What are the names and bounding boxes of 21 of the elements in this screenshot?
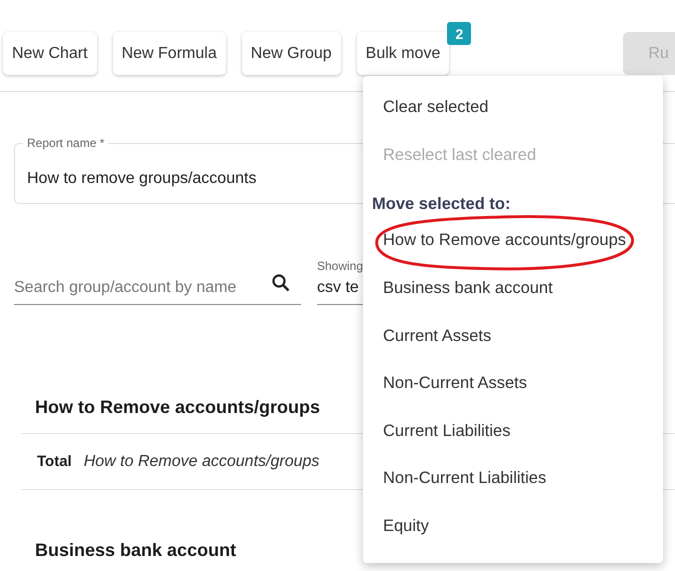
menu-item[interactable]: Non-Current Liabilities	[363, 455, 663, 503]
section-heading: How to Remove accounts/groups	[35, 397, 320, 419]
menu-item[interactable]: Current Assets	[363, 312, 663, 360]
field-label: Showing	[317, 259, 364, 273]
toolbar-button[interactable]: New Group	[242, 32, 341, 75]
total-name: How to Remove accounts/groups	[84, 452, 320, 470]
field-label: Report name *	[23, 136, 108, 150]
menu-item[interactable]: Non-Current Assets	[363, 360, 663, 408]
field-value: csv te	[317, 279, 360, 297]
menu-item[interactable]: Equity	[363, 502, 663, 550]
section-heading: Business bank account	[35, 540, 236, 562]
menu-item[interactable]: Current Liabilities	[363, 408, 663, 456]
toolbar-button[interactable]: New Formula	[112, 32, 226, 75]
count-badge: 2	[447, 22, 472, 45]
total-label: Total	[37, 453, 72, 470]
toolbar-button[interactable]: Bulk move	[356, 32, 450, 75]
toolbar-button[interactable]: New Chart	[3, 32, 97, 75]
menu-item[interactable]: How to Remove accounts/groups	[363, 217, 663, 265]
search-icon[interactable]	[271, 273, 291, 293]
field-value: How to remove groups/accounts	[27, 168, 256, 188]
menu-item[interactable]: Clear selected	[363, 84, 663, 132]
